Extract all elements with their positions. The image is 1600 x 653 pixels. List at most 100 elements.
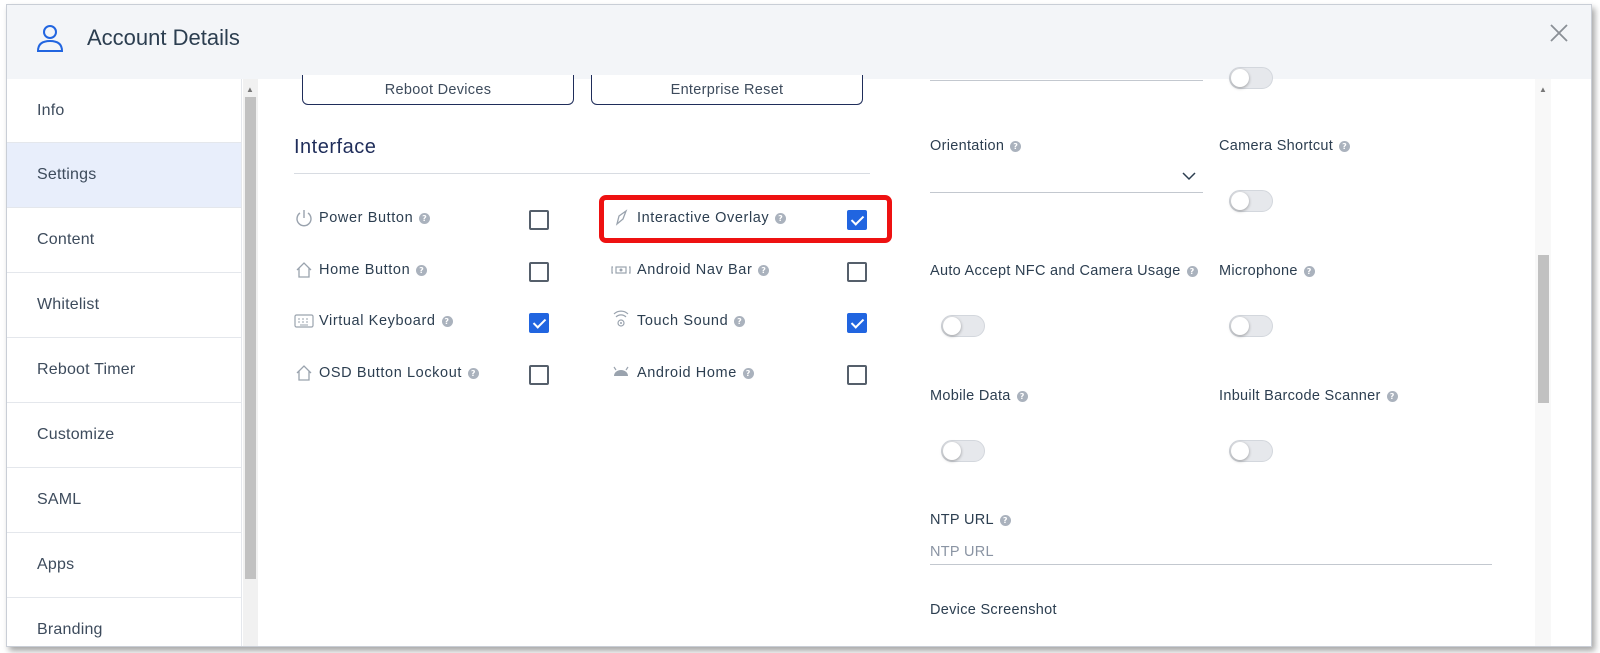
sidebar-item-label: Settings (37, 166, 97, 183)
close-icon[interactable] (1547, 21, 1571, 45)
account-details-dialog: Account Details Info Settings Content Wh… (6, 4, 1592, 647)
scroll-up-arrow-icon[interactable]: ▲ (1539, 85, 1547, 94)
help-icon[interactable]: ? (441, 315, 453, 327)
main-scrollbar[interactable]: ▲ (1535, 79, 1551, 646)
orientation-select-underline[interactable] (930, 192, 1203, 193)
auto-accept-toggle[interactable] (941, 315, 985, 337)
option-label-text: Home Button (319, 262, 411, 278)
keyboard-icon (294, 314, 314, 328)
option-label-text: Power Button (319, 210, 414, 226)
sidebar-item-label: Reboot Timer (37, 361, 136, 378)
sidebar-item-content[interactable]: Content (7, 208, 241, 273)
home-button-label: Home Button? (319, 262, 428, 278)
option-label-text: Virtual Keyboard (319, 313, 436, 329)
field-label-text: NTP URL (930, 512, 994, 528)
help-icon[interactable]: ? (1186, 265, 1198, 277)
home-icon (296, 365, 312, 381)
reboot-devices-button[interactable]: Reboot Devices (302, 75, 574, 105)
android-home-checkbox[interactable] (847, 365, 867, 385)
field-label-text: Mobile Data (930, 388, 1011, 404)
sidebar-item-label: Apps (37, 556, 75, 573)
power-icon (296, 210, 312, 227)
main-scroll-thumb[interactable] (1538, 255, 1549, 403)
sidebar-item-label: Branding (37, 621, 103, 638)
option-label-text: Android Nav Bar (637, 262, 753, 278)
help-icon[interactable]: ? (758, 264, 770, 276)
power-button-label: Power Button? (319, 210, 431, 226)
help-icon[interactable]: ? (1016, 390, 1028, 402)
sidebar-item-info[interactable]: Info (7, 79, 241, 143)
sidebar-item-apps[interactable]: Apps (7, 533, 241, 598)
virtual-keyboard-checkbox[interactable] (529, 313, 549, 333)
help-icon[interactable]: ? (999, 514, 1011, 526)
help-icon[interactable]: ? (742, 367, 754, 379)
barcode-scanner-toggle[interactable] (1229, 440, 1273, 462)
virtual-keyboard-label: Virtual Keyboard? (319, 313, 453, 329)
dialog-title: Account Details (87, 25, 240, 50)
field-label-text: Auto Accept NFC and Camera Usage (930, 263, 1181, 279)
touch-sound-icon (613, 310, 629, 327)
sidebar-item-label: Info (37, 101, 65, 119)
dialog-header: Account Details (7, 5, 1591, 79)
microphone-label: Microphone? (1219, 263, 1315, 279)
help-icon[interactable]: ? (1010, 140, 1022, 152)
mobile-data-label: Mobile Data? (930, 388, 1028, 404)
barcode-scanner-label: Inbuilt Barcode Scanner? (1219, 388, 1398, 404)
sidebar-item-label: Content (37, 231, 95, 248)
help-icon[interactable]: ? (468, 367, 479, 379)
microphone-toggle[interactable] (1229, 315, 1273, 337)
camera-shortcut-toggle[interactable] (1229, 190, 1273, 212)
sidebar-item-branding[interactable]: Branding (7, 598, 241, 646)
android-home-label: Android Home? (637, 365, 754, 381)
device-screenshot-label: Device Screenshot (930, 602, 1057, 618)
android-icon (613, 366, 629, 376)
home-icon (296, 262, 312, 278)
scroll-up-arrow-icon[interactable]: ▲ (246, 85, 254, 94)
option-label-text: Android Home (637, 365, 737, 381)
mobile-data-toggle[interactable] (941, 440, 985, 462)
camera-shortcut-label: Camera Shortcut? (1219, 138, 1351, 154)
help-icon[interactable]: ? (1303, 265, 1315, 277)
user-icon (36, 25, 64, 52)
help-icon[interactable]: ? (1386, 390, 1398, 402)
osd-button-lockout-label: OSD Button Lockout? (319, 365, 479, 381)
field-label-text: Inbuilt Barcode Scanner (1219, 388, 1381, 404)
chevron-down-icon[interactable] (1181, 171, 1197, 181)
field-label-text: Device Screenshot (930, 602, 1057, 618)
osd-button-lockout-checkbox[interactable] (529, 365, 549, 385)
android-nav-bar-checkbox[interactable] (847, 262, 867, 282)
sidebar-item-whitelist[interactable]: Whitelist (7, 273, 241, 338)
section-divider (294, 173, 870, 174)
home-button-checkbox[interactable] (529, 262, 549, 282)
auto-accept-label: Auto Accept NFC and Camera Usage? (930, 263, 1198, 279)
sidebar-item-label: SAML (37, 491, 82, 508)
help-icon[interactable]: ? (734, 315, 746, 327)
ntp-url-label: NTP URL? (930, 512, 1011, 528)
sidebar-item-label: Customize (37, 426, 115, 443)
power-button-checkbox[interactable] (529, 210, 549, 230)
field-label-text: Microphone (1219, 263, 1298, 279)
nav-bar-icon (611, 266, 631, 274)
touch-sound-checkbox[interactable] (847, 313, 867, 333)
help-icon[interactable]: ? (419, 212, 431, 224)
sidebar-scrollbar[interactable]: ▲ (243, 79, 258, 646)
android-nav-bar-label: Android Nav Bar? (637, 262, 770, 278)
touch-sound-label: Touch Sound? (637, 313, 746, 329)
sidebar-item-customize[interactable]: Customize (7, 403, 241, 468)
settings-sidebar: Info Settings Content Whitelist Reboot T… (7, 79, 242, 646)
top-toggle-switch[interactable] (1229, 67, 1273, 89)
sidebar-item-reboot-timer[interactable]: Reboot Timer (7, 338, 241, 403)
option-label-text: Touch Sound (637, 313, 729, 329)
highlight-annotation (599, 195, 892, 243)
ntp-url-input[interactable] (930, 539, 1492, 565)
field-underline (930, 80, 1203, 81)
sidebar-item-settings[interactable]: Settings (7, 143, 241, 208)
option-label-text: OSD Button Lockout (319, 365, 462, 381)
enterprise-reset-button[interactable]: Enterprise Reset (591, 75, 863, 105)
orientation-label: Orientation? (930, 138, 1022, 154)
field-label-text: Camera Shortcut (1219, 138, 1334, 154)
help-icon[interactable]: ? (416, 264, 428, 276)
sidebar-item-saml[interactable]: SAML (7, 468, 241, 533)
sidebar-scroll-thumb[interactable] (245, 97, 256, 579)
help-icon[interactable]: ? (1339, 140, 1351, 152)
